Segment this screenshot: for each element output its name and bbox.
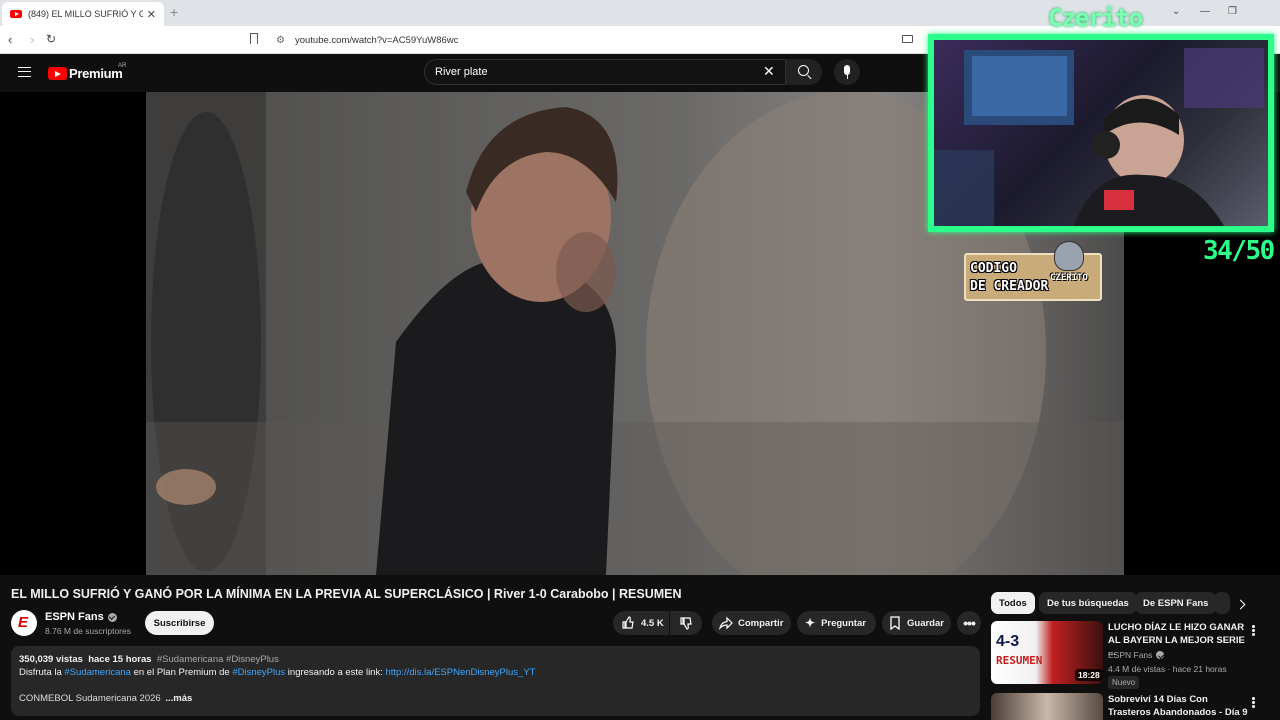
more-actions-button[interactable]: ••• [957, 611, 981, 635]
search-button[interactable] [786, 59, 822, 85]
chip-more[interactable] [1214, 592, 1230, 614]
more-vertical-icon[interactable] [1252, 625, 1255, 628]
bookmark-save-icon [890, 616, 900, 630]
thumbnail-label: RESUMEN [996, 654, 1043, 667]
ask-button[interactable]: ✦ Preguntar [797, 611, 876, 635]
verified-icon [1156, 651, 1165, 659]
brand-label: Premium [69, 66, 123, 81]
channel-name-text: ESPN Fans [45, 611, 104, 623]
like-count: 4.5 K [641, 617, 664, 629]
reload-icon[interactable]: ↻ [46, 32, 56, 46]
new-badge: Nuevo [1108, 676, 1140, 689]
tab-title: (849) EL MILLO SUFRIÓ Y GANÓ [28, 9, 143, 19]
creator-code-name: CZERITO [1050, 273, 1088, 283]
goal-counter: 34/50 [1203, 236, 1275, 266]
description-box[interactable]: 350,039 vistas hace 15 horas #Sudamerica… [11, 646, 980, 716]
subscriber-count: 8.76 M de suscriptores [45, 626, 131, 636]
view-count: 350,039 vistas [19, 654, 83, 665]
related-channel-name: ESPN Fans [1108, 650, 1153, 660]
streamer-name: Czerito [1048, 4, 1143, 32]
description-meta: 350,039 vistas hace 15 horas #Sudamerica… [19, 653, 972, 666]
creator-code-line1: CODIGO [970, 261, 1017, 276]
clear-search-icon[interactable]: ✕ [763, 63, 775, 80]
description-line: CONMEBOL Sudamericana 2026 ...más [19, 692, 972, 705]
dislike-button[interactable] [670, 611, 702, 635]
url-text: youtube.com/watch?v=AC59YuW86wc [294, 34, 459, 46]
related-video-title[interactable]: Sobreviví 14 Días Con Trasteros Abandona… [1108, 694, 1248, 719]
hashtags[interactable]: #Sudamericana #DisneyPlus [157, 654, 279, 665]
thumbs-up-icon [622, 616, 634, 629]
share-icon [719, 616, 733, 630]
menu-icon[interactable] [18, 67, 31, 77]
chip-from-channel[interactable]: De ESPN Fans [1135, 592, 1217, 614]
webcam-overlay [928, 34, 1274, 232]
sparkle-icon: ✦ [805, 616, 816, 630]
creator-code-line2: DE CREADOR [970, 279, 1049, 294]
cast-icon[interactable] [902, 35, 913, 43]
search-input[interactable]: River plate [424, 59, 786, 85]
youtube-favicon-icon [10, 10, 22, 18]
back-icon[interactable]: ‹ [8, 32, 12, 47]
share-button[interactable]: Compartir [712, 611, 791, 635]
hashtag-link[interactable]: #DisneyPlus [232, 667, 285, 678]
video-duration: 18:28 [1075, 669, 1103, 681]
forward-icon[interactable]: › [30, 32, 34, 47]
upload-age: hace 15 horas [88, 654, 152, 665]
thumbs-down-icon [680, 617, 692, 630]
more-horizontal-icon: ••• [963, 615, 976, 631]
site-info-icon[interactable]: ⚙ [276, 35, 285, 46]
like-button[interactable]: 4.5 K [613, 611, 669, 635]
more-vertical-icon[interactable] [1252, 697, 1255, 700]
youtube-premium-logo[interactable]: Premium AR [48, 63, 127, 81]
chip-from-searches[interactable]: De tus búsquedas [1039, 592, 1137, 614]
chip-all[interactable]: Todos [991, 592, 1035, 614]
desc-text: CONMEBOL Sudamericana 2026 [19, 693, 161, 704]
address-bar[interactable]: ⚙ youtube.com/watch?v=AC59YuW86wc [270, 30, 910, 50]
show-more-link[interactable]: ...más [165, 693, 192, 704]
youtube-logo-icon [48, 67, 67, 80]
minimize-icon[interactable]: — [1200, 6, 1210, 17]
tab-search-icon[interactable]: ⌄ [1172, 6, 1180, 17]
description-line: Disfruta la #Sudamericana en el Plan Pre… [19, 666, 972, 679]
related-video-thumbnail[interactable] [991, 693, 1103, 720]
voice-search-icon[interactable] [834, 59, 860, 85]
creator-code-label: CODIGO DE CREADOR [970, 260, 1048, 296]
search-icon [798, 65, 809, 76]
channel-avatar[interactable] [11, 610, 37, 636]
desc-text: ingresando a este link: [285, 667, 386, 678]
thumbnail-score: 4-3 [996, 633, 1020, 650]
new-tab-icon[interactable]: + [170, 4, 178, 20]
video-title: EL MILLO SUFRIÓ Y GANÓ POR LA MÍNIMA EN … [11, 587, 682, 601]
subscribe-button[interactable]: Suscribirse [145, 611, 214, 635]
maximize-icon[interactable]: ❐ [1228, 6, 1237, 17]
desc-text: Disfruta la [19, 667, 65, 678]
chevron-right-icon[interactable] [1235, 599, 1246, 610]
verified-icon [107, 612, 117, 622]
close-tab-icon[interactable]: ✕ [147, 8, 156, 21]
save-label: Guardar [907, 617, 944, 629]
country-code: AR [118, 63, 127, 69]
ask-label: Preguntar [821, 617, 866, 629]
related-video-meta: 4.4 M de vistas · hace 21 horas [1108, 664, 1227, 674]
desc-text: en el Plan Premium de [130, 667, 233, 678]
hashtag-link[interactable]: #Sudamericana [64, 667, 131, 678]
mascot-icon [1054, 241, 1084, 271]
browser-tab[interactable]: (849) EL MILLO SUFRIÓ Y GANÓ ✕ [2, 2, 164, 26]
webcam-scene [934, 48, 1264, 226]
channel-name[interactable]: ESPN Fans [45, 611, 117, 623]
share-label: Compartir [738, 617, 784, 629]
related-video-channel[interactable]: ESPN Fans [1108, 650, 1165, 660]
save-button[interactable]: Guardar [882, 611, 951, 635]
creator-code-banner: CODIGO DE CREADOR CZERITO [964, 241, 1102, 301]
bookmark-icon[interactable] [250, 33, 258, 44]
external-link[interactable]: http://dis.la/ESPNenDisneyPlus_YT [386, 667, 536, 678]
